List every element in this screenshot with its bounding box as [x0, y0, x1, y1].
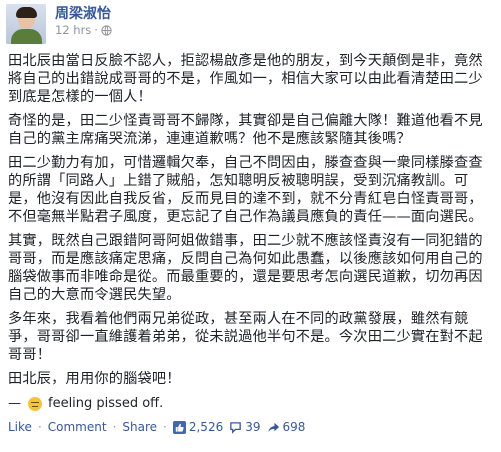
- post-header: 周梁淑怡 12 hrs ·: [6, 4, 112, 44]
- like-count-value: 2,526: [188, 420, 224, 434]
- comment-count-value: 39: [245, 420, 261, 434]
- share-count[interactable]: 698: [267, 420, 306, 434]
- post-body: 田北辰由當日反臉不認人，拒認楊啟彥是他的朋友，到今天顛倒是非，竟然將自己的出錯說…: [8, 52, 496, 394]
- avatar[interactable]: [6, 4, 46, 44]
- feeling-dash: —: [8, 396, 21, 411]
- thumbs-up-icon: [172, 420, 186, 434]
- like-button[interactable]: Like: [8, 420, 32, 434]
- facebook-post: 周梁淑怡 12 hrs · 田北辰由當日反臉不認人，拒認楊啟彥是他的朋友，到今天…: [0, 0, 501, 452]
- separator: ·: [37, 420, 42, 434]
- post-meta: 周梁淑怡 12 hrs ·: [55, 4, 112, 38]
- avatar-hair: [16, 7, 37, 18]
- post-paragraph-5: 多年來，我看着他們兩兄弟從政，甚至兩人在不同的政黨發展，雖然有競爭，哥哥卻一直維…: [8, 311, 483, 363]
- separator: ·: [163, 420, 167, 434]
- post-paragraph-3: 田二少勤力有加，可惜邏輯欠奉，自己不問因由，滕查查與一衆同樣滕查查的所謂「同路人…: [8, 155, 483, 225]
- comment-bubble-icon: [230, 421, 242, 434]
- globe-icon: [101, 25, 112, 36]
- post-paragraph-4: 其實，既然自己跟錯阿哥阿姐做錯事，田二少就不應該怪責沒有一同犯錯的哥哥，而是應該…: [8, 233, 483, 303]
- annoyed-face-icon: [28, 396, 42, 411]
- like-count[interactable]: 2,526: [172, 420, 224, 434]
- share-count-value: 698: [282, 420, 306, 434]
- comment-button[interactable]: Comment: [48, 420, 107, 434]
- post-paragraph-2: 奇怪的是，田二少怪責哥哥不歸隊，其實卻是自己偏離大隊！難道他看不見自己的黨主席痛…: [8, 113, 483, 147]
- post-timestamp[interactable]: 12 hrs: [55, 23, 91, 38]
- comment-count[interactable]: 39: [229, 420, 261, 434]
- action-bar: Like · Comment · Share · 2,526 39 698: [8, 420, 305, 434]
- dot-separator: ·: [94, 23, 98, 37]
- feeling-line: — feeling pissed off.: [8, 396, 163, 411]
- post-time-row: 12 hrs ·: [55, 23, 112, 38]
- feeling-text: feeling pissed off.: [48, 396, 164, 411]
- separator: ·: [112, 420, 117, 434]
- share-arrow-icon: [267, 422, 279, 432]
- avatar-body: [11, 29, 42, 44]
- share-button[interactable]: Share: [122, 420, 157, 434]
- post-paragraph-1: 田北辰由當日反臉不認人，拒認楊啟彥是他的朋友，到今天顛倒是非，竟然將自己的出錯說…: [8, 53, 483, 105]
- author-name[interactable]: 周梁淑怡: [55, 5, 112, 23]
- post-paragraph-6: 田北辰，用用你的腦袋吧！: [8, 371, 181, 387]
